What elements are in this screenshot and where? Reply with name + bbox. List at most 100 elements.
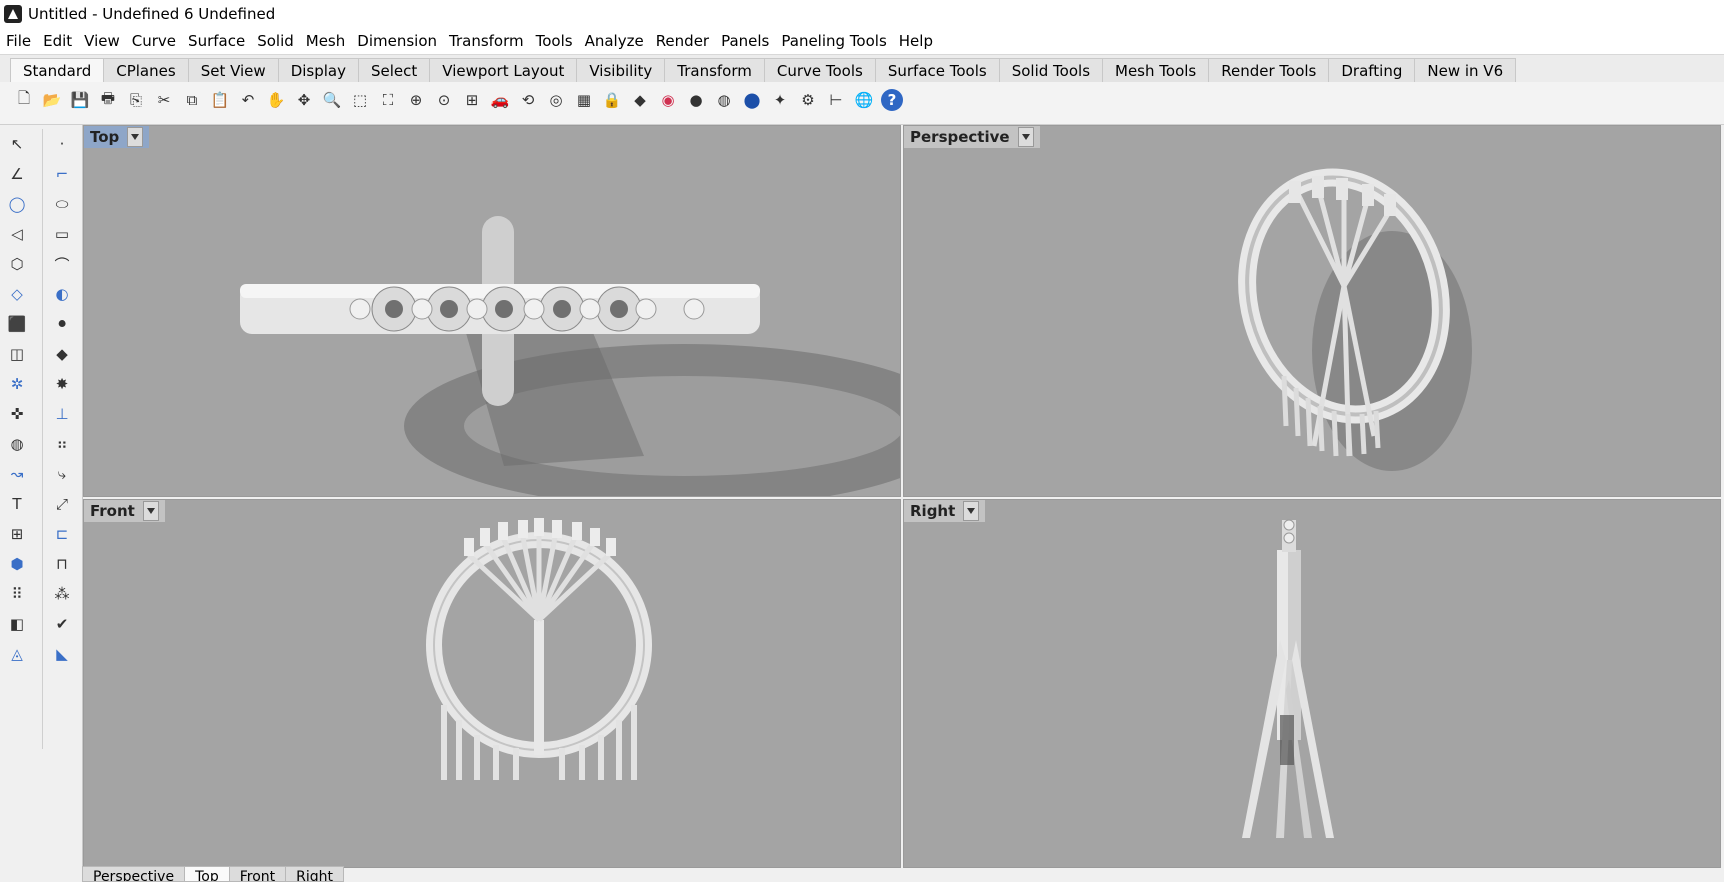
menu-paneling-tools[interactable]: Paneling Tools	[775, 28, 892, 54]
shaded-sphere-icon[interactable]: ◍	[713, 89, 735, 111]
tab-curve-tools[interactable]: Curve Tools	[763, 58, 876, 83]
menu-panels[interactable]: Panels	[715, 28, 775, 54]
box-solid-icon[interactable]: ⬛	[6, 313, 28, 335]
ellipse-icon[interactable]: ⬭	[51, 193, 73, 215]
tab-new-in-v6[interactable]: New in V6	[1414, 58, 1517, 83]
tab-viewport-layout[interactable]: Viewport Layout	[429, 58, 578, 83]
gear-solid-icon[interactable]: ✲	[6, 373, 28, 395]
lock-icon[interactable]: 🔒	[601, 89, 623, 111]
arc-icon[interactable]: ◁	[6, 223, 28, 245]
open-file-icon[interactable]: 📂	[41, 89, 63, 111]
menu-edit[interactable]: Edit	[37, 28, 78, 54]
edit-points-icon[interactable]: ✜	[6, 403, 28, 425]
camera-icon[interactable]: ◎	[545, 89, 567, 111]
4-view-icon[interactable]: ⊞	[461, 89, 483, 111]
menu-render[interactable]: Render	[650, 28, 715, 54]
zoom-window-icon[interactable]: ⬚	[349, 89, 371, 111]
menu-curve[interactable]: Curve	[126, 28, 182, 54]
circle-icon[interactable]: ◯	[6, 193, 28, 215]
surface-corner-icon[interactable]: ◇	[6, 283, 28, 305]
curve-from-object-icon[interactable]: ↝	[6, 463, 28, 485]
viewport-right[interactable]: Right	[903, 499, 1721, 868]
car-icon[interactable]: 🚗	[489, 89, 511, 111]
tab-display[interactable]: Display	[277, 58, 359, 83]
scale-icon[interactable]: ⤢	[51, 493, 73, 515]
viewport-label-right[interactable]: Right	[904, 500, 986, 522]
menu-surface[interactable]: Surface	[182, 28, 251, 54]
array-icon[interactable]: ⁂	[51, 583, 73, 605]
dimension-icon[interactable]: ⊢	[825, 89, 847, 111]
zoom-selected-icon[interactable]: ⊕	[405, 89, 427, 111]
curve-fillet-icon[interactable]: ⌒	[51, 253, 73, 275]
rotate-view-icon[interactable]: ⟲	[517, 89, 539, 111]
analysis-box-icon[interactable]: ◬	[6, 643, 28, 665]
point-icon[interactable]: ·	[51, 133, 73, 155]
paste-icon[interactable]: 📋	[209, 89, 231, 111]
transform-icon[interactable]: ◧	[6, 613, 28, 635]
layer-icon[interactable]: ◆	[629, 89, 651, 111]
tab-visibility[interactable]: Visibility	[576, 58, 666, 83]
help-icon[interactable]: ?	[881, 89, 903, 111]
render-sphere-icon[interactable]: ⬤	[741, 89, 763, 111]
viewport-menu-arrow-icon[interactable]	[142, 501, 159, 521]
viewport-front[interactable]: Front	[83, 499, 901, 868]
menu-solid[interactable]: Solid	[251, 28, 300, 54]
viewport-top[interactable]: Top	[83, 125, 901, 497]
menu-view[interactable]: View	[78, 28, 126, 54]
gear-icon[interactable]: ⚙	[797, 89, 819, 111]
rectangle-icon[interactable]: ▭	[51, 223, 73, 245]
cplane-icon[interactable]: ▦	[573, 89, 595, 111]
light-icon[interactable]: ✦	[769, 89, 791, 111]
tab-solid-tools[interactable]: Solid Tools	[998, 58, 1104, 83]
extrude-icon[interactable]: ◆	[51, 343, 73, 365]
tab-standard[interactable]: Standard	[10, 58, 105, 84]
tab-surface-tools[interactable]: Surface Tools	[874, 58, 1000, 83]
viewport-label-front[interactable]: Front	[84, 500, 165, 522]
explode-icon[interactable]: ✸	[51, 373, 73, 395]
new-file-icon[interactable]: 🗋	[13, 89, 35, 111]
viewport-menu-arrow-icon[interactable]	[963, 501, 980, 521]
curve-arc-icon[interactable]: ⤷	[51, 463, 73, 485]
pan-icon[interactable]: ✋	[265, 89, 287, 111]
paint-bucket-icon[interactable]: ◣	[51, 643, 73, 665]
save-icon[interactable]: 💾	[69, 89, 91, 111]
viewport-perspective[interactable]: Perspective	[903, 125, 1721, 497]
group-icon[interactable]: ⊞	[6, 523, 28, 545]
tab-select[interactable]: Select	[357, 58, 431, 83]
viewport-menu-arrow-icon[interactable]	[127, 127, 144, 147]
viewport-label-perspective[interactable]: Perspective	[904, 126, 1040, 148]
tab-drafting[interactable]: Drafting	[1328, 58, 1416, 83]
zoom-extents-icon[interactable]: ⛶	[377, 89, 399, 111]
tab-mesh-tools[interactable]: Mesh Tools	[1102, 58, 1210, 83]
viewport-menu-arrow-icon[interactable]	[1017, 127, 1034, 147]
measure-icon[interactable]: ⊓	[51, 553, 73, 575]
control-point-icon[interactable]: ⌐	[51, 163, 73, 185]
menu-dimension[interactable]: Dimension	[351, 28, 443, 54]
cylinder-icon[interactable]: ◫	[6, 343, 28, 365]
color-wheel-icon[interactable]: ◉	[657, 89, 679, 111]
checkmark-icon[interactable]: ✔	[51, 613, 73, 635]
sphere-icon[interactable]: ⚫	[51, 313, 73, 335]
grid-array-icon[interactable]: ⠿	[6, 583, 28, 605]
tab-set-view[interactable]: Set View	[187, 58, 279, 83]
globe-icon[interactable]: 🌐	[853, 89, 875, 111]
sphere-icon[interactable]: ●	[685, 89, 707, 111]
solid-tools-icon[interactable]: ⬢	[6, 553, 28, 575]
dimension-tool-icon[interactable]: ⊏	[51, 523, 73, 545]
menu-mesh[interactable]: Mesh	[300, 28, 352, 54]
blend-points-icon[interactable]: ⠶	[51, 433, 73, 455]
import-icon[interactable]: ⎘	[125, 89, 147, 111]
tab-cplanes[interactable]: CPlanes	[103, 58, 189, 83]
split-icon[interactable]: ⊥	[51, 403, 73, 425]
zoom-icon[interactable]: 🔍	[321, 89, 343, 111]
cut-icon[interactable]: ✂	[153, 89, 175, 111]
text-icon[interactable]: T	[6, 493, 28, 515]
tab-transform[interactable]: Transform	[664, 58, 765, 83]
menu-analyze[interactable]: Analyze	[579, 28, 650, 54]
tab-render-tools[interactable]: Render Tools	[1208, 58, 1330, 83]
copy-icon[interactable]: ⧉	[181, 89, 203, 111]
boolean-icon[interactable]: ◍	[6, 433, 28, 455]
rotate-icon[interactable]: ✥	[293, 89, 315, 111]
loft-icon[interactable]: ◐	[51, 283, 73, 305]
menu-help[interactable]: Help	[893, 28, 939, 54]
